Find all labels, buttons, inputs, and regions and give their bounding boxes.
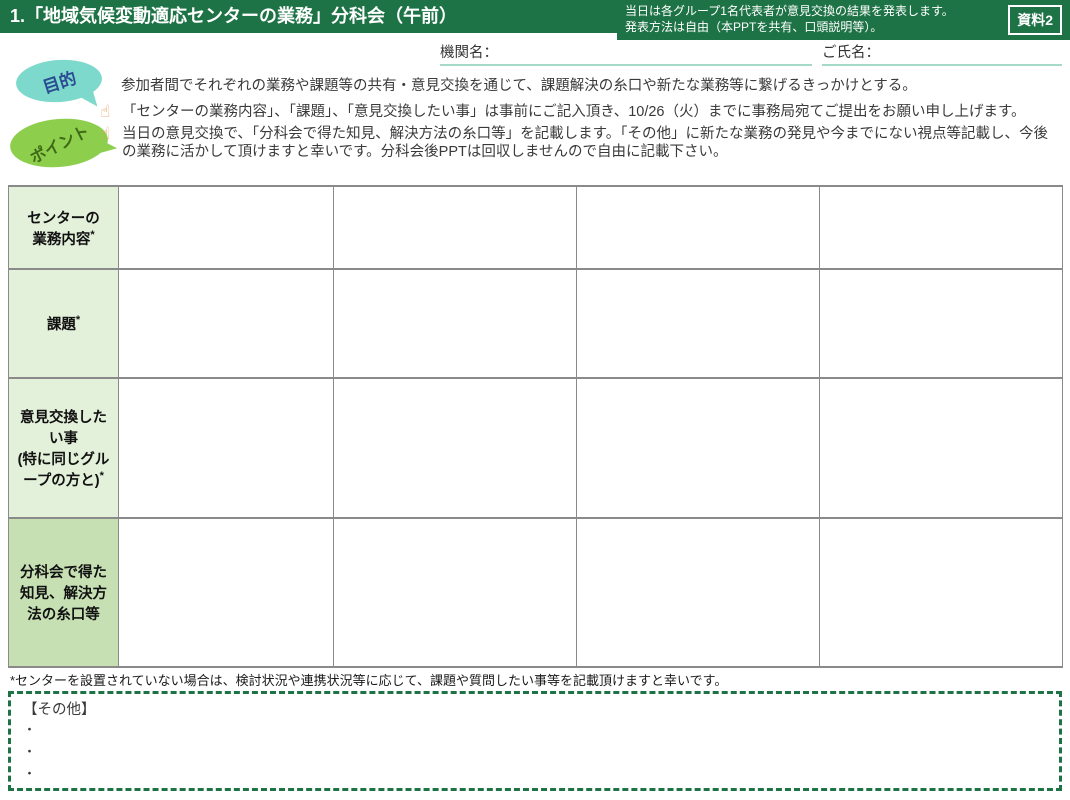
points-badge-label: ポイント bbox=[25, 118, 93, 168]
pointing-finger-icon: ☝ bbox=[100, 125, 110, 143]
table-input-cell[interactable] bbox=[334, 518, 577, 667]
table-row: 意見交換したい事 (特に同じグループの方と)* bbox=[9, 378, 1063, 518]
other-box-title: 【その他】 bbox=[23, 698, 1047, 719]
organization-input[interactable] bbox=[498, 42, 812, 64]
name-label: ご氏名： bbox=[822, 41, 880, 64]
table-input-cell[interactable] bbox=[820, 186, 1063, 269]
points-list: ☝ 「センターの業務内容」、「課題」、「意見交換したい事」は事前にご記入頂き、1… bbox=[100, 103, 1062, 165]
header-note-panel: 当日は各グループ1名代表者が意見交換の結果を発表します。 発表方法は自由（本PP… bbox=[617, 0, 1070, 40]
table-input-cell[interactable] bbox=[820, 518, 1063, 667]
asterisk: * bbox=[76, 314, 80, 326]
row-header-center-duties: センターの 業務内容* bbox=[9, 186, 119, 269]
table-input-cell[interactable] bbox=[119, 378, 334, 518]
table-input-cell[interactable] bbox=[334, 186, 577, 269]
organization-label: 機関名： bbox=[440, 41, 498, 64]
organization-field: 機関名： bbox=[440, 42, 812, 66]
purpose-text: 参加者間でそれぞれの業務や課題等の共有・意見交換を通じて、課題解決の糸口や新たな… bbox=[121, 74, 1061, 95]
table-input-cell[interactable] bbox=[577, 378, 820, 518]
points-badge: ポイント bbox=[8, 115, 110, 171]
presentation-note-line2: 発表方法は自由（本PPTを共有、口頭説明等）。 bbox=[625, 19, 1008, 35]
table-input-cell[interactable] bbox=[334, 269, 577, 378]
table-input-cell[interactable] bbox=[577, 269, 820, 378]
table-input-cell[interactable] bbox=[119, 186, 334, 269]
point-item-text: 当日の意見交換で、「分科会で得た知見、解決方法の糸口等」を記載します。「その他」… bbox=[122, 126, 1048, 161]
table-input-cell[interactable] bbox=[334, 378, 577, 518]
table-input-cell[interactable] bbox=[820, 269, 1063, 378]
table-input-cell[interactable] bbox=[820, 378, 1063, 518]
name-input[interactable] bbox=[880, 42, 1062, 64]
footnote: *センターを設置されていない場合は、検討状況や連携状況等に応じて、課題や質問した… bbox=[10, 670, 1060, 689]
purpose-badge-label: 目的 bbox=[39, 64, 79, 98]
table-input-cell[interactable] bbox=[577, 518, 820, 667]
row-header-issues: 課題* bbox=[9, 269, 119, 378]
material-badge: 資料2 bbox=[1008, 5, 1062, 35]
table-row: 課題* bbox=[9, 269, 1063, 378]
table-row: 分科会で得た知見、解決方法の糸口等 bbox=[9, 518, 1063, 667]
point-item-text: 「センターの業務内容」、「課題」、「意見交換したい事」は事前にご記入頂き、10/… bbox=[122, 104, 1026, 120]
worksheet-table: センターの 業務内容* 課題* 意見交換したい事 (特に同じグループの方と)* … bbox=[8, 185, 1063, 668]
purpose-badge: 目的 bbox=[15, 57, 104, 105]
asterisk: * bbox=[100, 470, 104, 482]
other-box-bullet[interactable]: ・ bbox=[23, 719, 1047, 741]
page-title: 1.「地域気候変動適応センターの業務」分科会（午前） bbox=[10, 0, 457, 33]
name-fields-row: 機関名： ご氏名： bbox=[440, 42, 1062, 66]
presentation-note: 当日は各グループ1名代表者が意見交換の結果を発表します。 発表方法は自由（本PP… bbox=[625, 3, 1008, 35]
pointing-finger-icon: ☝ bbox=[100, 103, 110, 121]
other-box[interactable]: 【その他】 ・ ・ ・ bbox=[8, 691, 1062, 791]
other-box-bullet[interactable]: ・ bbox=[23, 741, 1047, 763]
table-input-cell[interactable] bbox=[577, 186, 820, 269]
row-header-exchange-topics: 意見交換したい事 (特に同じグループの方と)* bbox=[9, 378, 119, 518]
table-input-cell[interactable] bbox=[119, 518, 334, 667]
table-row: センターの 業務内容* bbox=[9, 186, 1063, 269]
table-input-cell[interactable] bbox=[119, 269, 334, 378]
presentation-note-line1: 当日は各グループ1名代表者が意見交換の結果を発表します。 bbox=[625, 3, 1008, 19]
point-item: ☝ 当日の意見交換で、「分科会で得た知見、解決方法の糸口等」を記載します。「その… bbox=[100, 125, 1062, 162]
point-item: ☝ 「センターの業務内容」、「課題」、「意見交換したい事」は事前にご記入頂き、1… bbox=[100, 103, 1062, 122]
row-header-session-insights: 分科会で得た知見、解決方法の糸口等 bbox=[9, 518, 119, 667]
name-field: ご氏名： bbox=[822, 42, 1062, 66]
asterisk: * bbox=[90, 229, 94, 241]
other-box-bullet[interactable]: ・ bbox=[23, 763, 1047, 785]
